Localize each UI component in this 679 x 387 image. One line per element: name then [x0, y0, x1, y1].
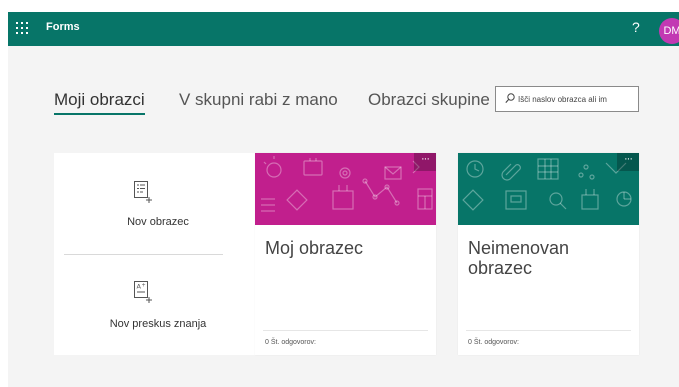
new-form-icon: [134, 181, 152, 203]
banner-pattern-icon: [462, 158, 632, 211]
search-box[interactable]: [495, 86, 639, 112]
banner-pattern-icon: [261, 156, 433, 212]
tab-shared-with-me[interactable]: V skupni rabi z mano: [179, 90, 338, 110]
card-banner: ···: [458, 153, 639, 225]
form-card-neimenovan-obrazec[interactable]: ··· Neimenovan obrazec 0 Št. odgovorov:: [458, 153, 639, 355]
active-tab-indicator: [54, 113, 145, 115]
svg-text:+: +: [142, 283, 146, 289]
app-name[interactable]: Forms: [46, 21, 80, 33]
top-bar: Forms ? DM: [8, 12, 679, 46]
app-launcher-icon[interactable]: [16, 22, 30, 36]
more-options-button[interactable]: ···: [617, 153, 639, 171]
more-options-button[interactable]: ···: [414, 153, 436, 171]
card-title: Moj obrazec: [265, 238, 364, 258]
card-title: Neimenovan obrazec: [468, 238, 570, 278]
avatar[interactable]: DM: [659, 18, 679, 44]
search-input[interactable]: [518, 91, 636, 107]
new-form-label: Nov obrazec: [127, 216, 189, 228]
new-form-button[interactable]: Nov obrazec: [54, 153, 262, 253]
response-count: 0 Št. odgovorov:: [468, 339, 519, 346]
card-divider: [263, 330, 428, 331]
tab-group-forms[interactable]: Obrazci skupine: [368, 90, 490, 110]
new-quiz-icon: A +: [134, 281, 152, 303]
new-quiz-button[interactable]: A + Nov preskus znanja: [54, 255, 262, 355]
help-icon[interactable]: ?: [632, 19, 640, 35]
search-icon: [505, 93, 515, 103]
new-quiz-label: Nov preskus znanja: [109, 318, 207, 330]
form-card-moj-obrazec[interactable]: ··· Moj obrazec 0 Št. odgovorov:: [255, 153, 436, 355]
response-count: 0 Št. odgovorov:: [265, 339, 316, 346]
main-area: Moji obrazci V skupni rabi z mano Obrazc…: [8, 46, 679, 387]
card-banner: ···: [255, 153, 436, 225]
tab-my-forms[interactable]: Moji obrazci: [54, 90, 145, 110]
new-panel: Nov obrazec A + Nov preskus znanja: [54, 153, 262, 355]
card-divider: [466, 330, 631, 331]
